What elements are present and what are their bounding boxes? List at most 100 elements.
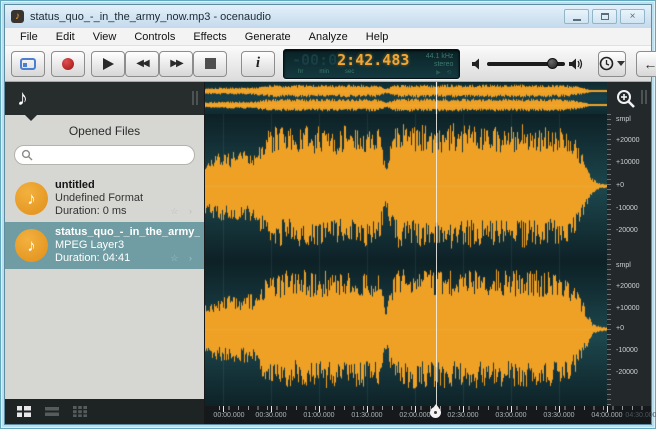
file-list-item-status-quo[interactable]: ♪ status_quo_-_in_the_army_now.... MPEG …	[5, 222, 204, 269]
menu-item-file[interactable]: File	[11, 29, 47, 45]
timeline-ruler[interactable]: 00:00.000 00:30.000 01:00.000 01:30.000 …	[205, 406, 651, 424]
sidebar-view-switcher	[5, 399, 204, 424]
unit-min: min	[319, 69, 329, 75]
menu-bar: File Edit View Controls Effects Generate…	[5, 28, 651, 46]
title-bar: ♪ status_quo_-_in_the_army_now.mp3 - oce…	[5, 5, 651, 28]
sidebar-grip-handle[interactable]	[192, 91, 198, 105]
volume-slider-thumb[interactable]	[547, 58, 558, 69]
scale-grip-handle[interactable]	[641, 90, 647, 104]
file-list-item-untitled[interactable]: ♪ untitled Undefined Format Duration: 0 …	[5, 175, 204, 222]
menu-item-view[interactable]: View	[84, 29, 126, 45]
timeline-label: 03:00.000	[495, 412, 526, 419]
timeline-label: 00:30.000	[255, 412, 286, 419]
waveform-channel-left[interactable]	[205, 114, 609, 262]
scale-tick: -20000	[616, 369, 638, 376]
grid-view-icon[interactable]	[73, 406, 87, 417]
window-controls: ×	[564, 9, 645, 24]
opened-files-tab[interactable]: ♪	[17, 85, 28, 111]
toolbar: ◀◀ ▶▶ i -00:02:42.483 hr min sec 44.1	[5, 46, 651, 82]
info-icon: i	[256, 55, 260, 72]
volume-control	[472, 58, 584, 70]
minimize-icon	[573, 19, 581, 21]
timeline-label: 02:00.000	[399, 412, 430, 419]
format-block: 44.1 kHz stereo ▶ ⟲	[409, 52, 453, 76]
time-digits: -00:02:42.483	[292, 52, 409, 69]
time-units: hr min sec	[292, 69, 409, 75]
list-view-icon[interactable]	[45, 406, 59, 417]
info-button[interactable]: i	[241, 51, 275, 77]
record-button[interactable]	[51, 51, 85, 77]
minimize-button[interactable]	[564, 9, 589, 24]
menu-item-edit[interactable]: Edit	[47, 29, 84, 45]
file-search-box[interactable]	[14, 145, 195, 165]
scale-unit-ch2: smpl	[616, 262, 631, 269]
file-name: status_quo_-_in_the_army_now....	[55, 226, 200, 239]
zoom-button[interactable]	[613, 87, 639, 111]
menu-item-controls[interactable]: Controls	[125, 29, 184, 45]
scale-tick: +10000	[616, 305, 640, 312]
waveform-overview[interactable]	[205, 82, 609, 114]
play-button[interactable]	[91, 51, 125, 77]
detail-view-icon[interactable]	[17, 406, 31, 417]
menu-item-help[interactable]: Help	[357, 29, 398, 45]
scale-tick: +10000	[616, 159, 640, 166]
playback-cursor[interactable]	[436, 82, 437, 406]
close-button[interactable]: ×	[620, 9, 645, 24]
scale-tick: -10000	[616, 347, 638, 354]
waveform-editor: smpl +20000 +10000 +0 -10000 -20000 smpl…	[205, 82, 651, 424]
timeline-label: 02:30.000	[447, 412, 478, 419]
channel-mode-label: stereo	[434, 61, 453, 69]
main-content: ♪ Opened Files ♪ untitled Undefined Form…	[5, 82, 651, 424]
timeline-label: 00:00.000	[213, 412, 244, 419]
app-window: ♪ status_quo_-_in_the_army_now.mp3 - oce…	[0, 0, 656, 429]
app-icon: ♪	[11, 10, 24, 23]
scale-tick: +20000	[616, 283, 640, 290]
playhead-marker[interactable]	[430, 405, 441, 418]
file-item-action-icons[interactable]: ☆ ›	[170, 206, 196, 217]
clock-icon	[599, 56, 614, 71]
time-format-button[interactable]	[598, 51, 626, 77]
active-tab-notch	[25, 115, 37, 121]
stop-icon	[205, 58, 216, 69]
navigation-buttons: ← →	[636, 51, 656, 77]
sidebar: ♪ Opened Files ♪ untitled Undefined Form…	[5, 82, 205, 424]
toggle-sidebar-button[interactable]	[11, 51, 45, 77]
file-duration: Duration: 0 ms	[55, 205, 143, 218]
unit-hr: hr	[298, 69, 303, 75]
scale-tick: -10000	[616, 205, 638, 212]
menu-item-generate[interactable]: Generate	[236, 29, 300, 45]
maximize-icon	[601, 13, 609, 20]
playback-mode-icons: ▶ ⟲	[436, 69, 453, 77]
menu-item-effects[interactable]: Effects	[184, 29, 235, 45]
file-item-action-icons[interactable]: ☆ ›	[170, 253, 196, 264]
record-icon	[62, 58, 74, 70]
timeline-label-end: 04:30.000	[625, 412, 656, 419]
play-icon	[103, 58, 114, 70]
amplitude-scale-column: smpl +20000 +10000 +0 -10000 -20000 smpl…	[607, 82, 651, 406]
search-icon	[21, 149, 33, 161]
fast-forward-button[interactable]: ▶▶	[159, 51, 193, 77]
rewind-button[interactable]: ◀◀	[125, 51, 159, 77]
fast-forward-icon: ▶▶	[170, 59, 181, 69]
volume-slider[interactable]	[487, 62, 565, 66]
audio-file-icon: ♪	[15, 229, 48, 262]
stop-button[interactable]	[193, 51, 227, 77]
zoom-in-icon	[615, 88, 637, 110]
scale-tick: +20000	[616, 137, 640, 144]
time-display: -00:02:42.483 hr min sec 44.1 kHz stereo…	[283, 49, 460, 79]
sidebar-tab-strip: ♪	[5, 82, 204, 115]
back-button[interactable]: ←	[636, 51, 656, 77]
scale-unit-ch1: smpl	[616, 116, 631, 123]
time-dim-digits: -00:0	[292, 51, 337, 69]
waveform-channel-right[interactable]	[205, 262, 609, 409]
menu-item-analyze[interactable]: Analyze	[300, 29, 357, 45]
file-name: untitled	[55, 179, 143, 192]
sample-rate-label: 44.1 kHz	[426, 53, 454, 61]
speaker-high-icon	[569, 58, 584, 70]
scale-tick: +0	[616, 182, 624, 189]
timeline-label: 03:30.000	[543, 412, 574, 419]
playhead-dot	[434, 411, 437, 414]
scale-tick-marks	[607, 114, 611, 406]
back-arrow-icon: ←	[643, 56, 656, 72]
maximize-button[interactable]	[592, 9, 617, 24]
